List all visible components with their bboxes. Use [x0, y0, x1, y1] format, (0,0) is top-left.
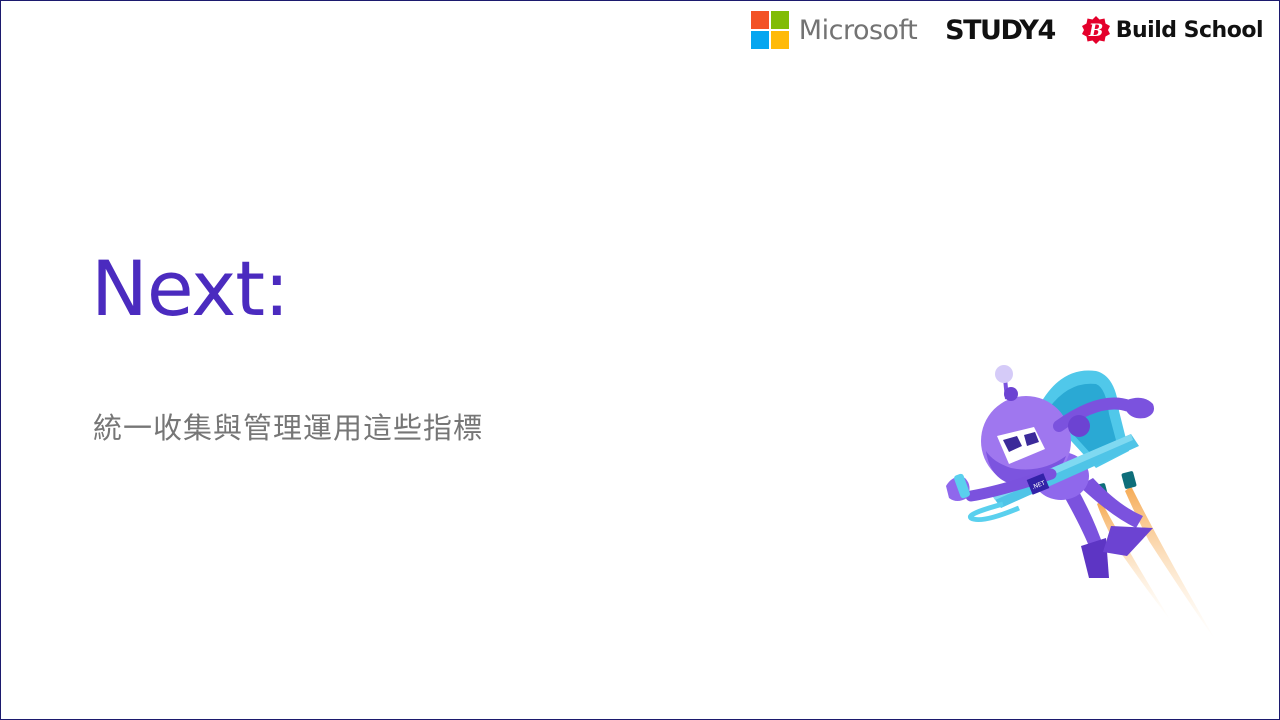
study4-logo: STUDY4: [945, 14, 1056, 46]
build-school-wordmark: Build School: [1115, 17, 1264, 43]
sponsor-logos: Microsoft STUDY4 B Build School: [750, 9, 1264, 51]
slide-title: Next:: [91, 244, 290, 333]
microsoft-windows-icon: [750, 11, 789, 49]
slide: Microsoft STUDY4 B Build School Next: 統一…: [0, 0, 1280, 720]
microsoft-logo: Microsoft: [750, 11, 918, 49]
build-school-mark: B: [1088, 21, 1103, 41]
dotnet-bot-mascot-illustration: .NET: [946, 365, 1216, 641]
build-school-logo: B Build School: [1081, 15, 1264, 45]
microsoft-wordmark: Microsoft: [798, 14, 918, 46]
build-school-icon: B: [1081, 16, 1110, 44]
slide-subtitle: 統一收集與管理運用這些指標: [93, 411, 484, 445]
